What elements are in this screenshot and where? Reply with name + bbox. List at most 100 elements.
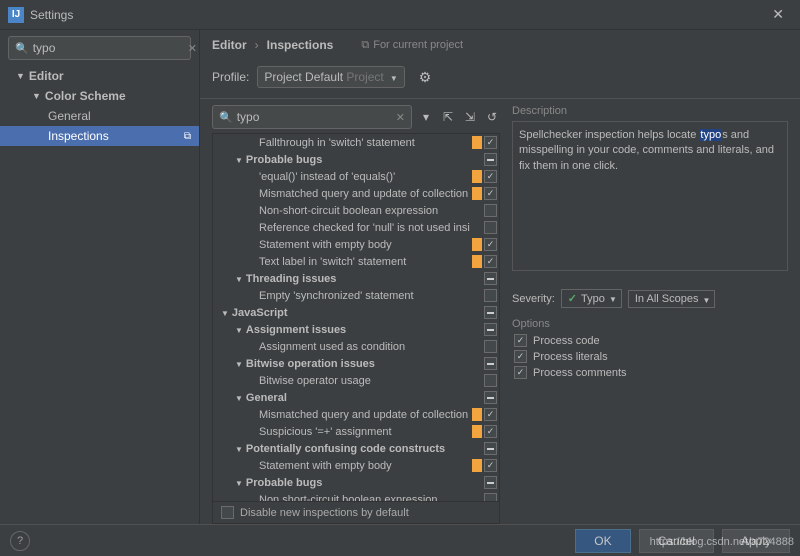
checkbox[interactable] <box>514 366 527 379</box>
severity-indicator <box>472 170 482 183</box>
checkbox[interactable] <box>484 187 497 200</box>
chevron-down-icon: ▼ <box>221 309 229 318</box>
checkbox[interactable] <box>484 493 497 502</box>
checkbox[interactable] <box>221 506 234 519</box>
checkbox[interactable] <box>484 255 497 268</box>
chevron-down-icon: ▼ <box>235 156 243 165</box>
checkbox[interactable] <box>484 153 497 166</box>
checkbox[interactable] <box>484 289 497 302</box>
apply-button[interactable]: Apply <box>722 529 790 553</box>
close-icon[interactable]: ✕ <box>764 2 792 27</box>
chevron-down-icon: ▼ <box>235 326 243 335</box>
tree-row[interactable]: Fallthrough in 'switch' statement <box>213 134 499 151</box>
chevron-right-icon: › <box>255 38 259 52</box>
tree-row[interactable]: Reference checked for 'null' is not used… <box>213 219 499 236</box>
gear-icon[interactable]: ⚙ <box>419 69 432 86</box>
tree-row[interactable]: ▼General <box>213 389 499 406</box>
checkbox[interactable] <box>484 408 497 421</box>
severity-indicator <box>472 238 482 251</box>
checkbox[interactable] <box>484 170 497 183</box>
checkbox[interactable] <box>484 357 497 370</box>
severity-indicator <box>472 476 482 489</box>
options-header: Options <box>512 318 788 330</box>
inspections-tree[interactable]: Fallthrough in 'switch' statement▼Probab… <box>212 133 500 502</box>
tree-row[interactable]: Bitwise operator usage <box>213 372 499 389</box>
option-row[interactable]: Process literals <box>512 350 788 363</box>
checkbox[interactable] <box>484 374 497 387</box>
checkbox[interactable] <box>484 391 497 404</box>
checkbox[interactable] <box>484 221 497 234</box>
scope-selector[interactable]: In All Scopes ▼ <box>628 290 716 308</box>
tree-row[interactable]: Non short-circuit boolean expression <box>213 491 499 502</box>
checkbox[interactable] <box>484 476 497 489</box>
tree-row[interactable]: ▼Threading issues <box>213 270 499 287</box>
severity-indicator <box>472 340 482 353</box>
sidebar-search[interactable]: 🔍 ✕ <box>8 36 191 60</box>
severity-indicator <box>472 153 482 166</box>
cancel-button[interactable]: Cancel <box>639 529 714 553</box>
tree-row[interactable]: 'equal()' instead of 'equals()' <box>213 168 499 185</box>
option-row[interactable]: Process comments <box>512 366 788 379</box>
tree-row[interactable]: Empty 'synchronized' statement <box>213 287 499 304</box>
tree-row[interactable]: Non-short-circuit boolean expression <box>213 202 499 219</box>
expand-all-icon[interactable]: ⇱ <box>440 109 456 125</box>
breadcrumb-leaf: Inspections <box>267 38 334 52</box>
tree-row[interactable]: ▼Potentially confusing code constructs <box>213 440 499 457</box>
tree-row[interactable]: Mismatched query and update of collectio… <box>213 406 499 423</box>
tree-row[interactable]: ▼Probable bugs <box>213 474 499 491</box>
sidebar-item-inspections[interactable]: Inspections⧉ <box>0 126 199 146</box>
help-button[interactable]: ? <box>10 531 30 551</box>
clear-search-icon[interactable]: ✕ <box>188 42 197 55</box>
chevron-down-icon: ▼ <box>609 295 617 304</box>
profile-row: Profile: Project Default Project ▼ ⚙ <box>200 60 800 98</box>
severity-indicator <box>472 493 482 502</box>
ok-button[interactable]: OK <box>575 529 630 553</box>
tree-row[interactable]: ▼JavaScript <box>213 304 499 321</box>
profile-selector[interactable]: Project Default Project ▼ <box>257 66 404 88</box>
checkbox[interactable] <box>484 459 497 472</box>
severity-indicator <box>472 204 482 217</box>
tree-row[interactable]: ▼Assignment issues <box>213 321 499 338</box>
checkbox[interactable] <box>484 272 497 285</box>
severity-indicator <box>472 374 482 387</box>
chevron-down-icon: ▼ <box>235 445 243 454</box>
search-icon: 🔍 <box>15 42 29 55</box>
checkbox[interactable] <box>514 350 527 363</box>
severity-label: Severity: <box>512 293 555 305</box>
inspections-search-input[interactable] <box>237 110 396 124</box>
sidebar-item-color-scheme[interactable]: ▼Color Scheme <box>0 86 199 106</box>
tree-row[interactable]: ▼Probable bugs <box>213 151 499 168</box>
project-badge-icon: ⧉ <box>184 131 191 142</box>
checkbox[interactable] <box>484 306 497 319</box>
checkbox[interactable] <box>484 136 497 149</box>
disable-new-inspections[interactable]: Disable new inspections by default <box>212 502 500 524</box>
checkbox[interactable] <box>484 425 497 438</box>
collapse-all-icon[interactable]: ⇲ <box>462 109 478 125</box>
chevron-down-icon: ▼ <box>235 479 243 488</box>
inspections-search[interactable]: 🔍 ✕ <box>212 105 412 129</box>
reset-icon[interactable]: ↺ <box>484 109 500 125</box>
severity-indicator <box>472 221 482 234</box>
tree-row[interactable]: Statement with empty body <box>213 236 499 253</box>
checkbox[interactable] <box>484 238 497 251</box>
tree-row[interactable]: Assignment used as condition <box>213 338 499 355</box>
sidebar-search-input[interactable] <box>33 41 188 55</box>
profile-label: Profile: <box>212 70 249 84</box>
sidebar-item-general[interactable]: General <box>0 106 199 126</box>
tree-row[interactable]: Suspicious '=+' assignment <box>213 423 499 440</box>
clear-search-icon[interactable]: ✕ <box>396 111 405 124</box>
filter-icon[interactable]: ▾ <box>418 109 434 125</box>
option-row[interactable]: Process code <box>512 334 788 347</box>
checkbox[interactable] <box>514 334 527 347</box>
checkbox[interactable] <box>484 340 497 353</box>
checkbox[interactable] <box>484 323 497 336</box>
sidebar-item-editor[interactable]: ▼Editor <box>0 66 199 86</box>
tree-row[interactable]: Statement with empty body <box>213 457 499 474</box>
tree-row[interactable]: ▼Bitwise operation issues <box>213 355 499 372</box>
severity-selector[interactable]: ✓ Typo ▼ <box>561 289 622 308</box>
tree-row[interactable]: Text label in 'switch' statement <box>213 253 499 270</box>
tree-row[interactable]: Mismatched query and update of collectio… <box>213 185 499 202</box>
checkbox[interactable] <box>484 204 497 217</box>
checkbox[interactable] <box>484 442 497 455</box>
severity-row: Severity: ✓ Typo ▼ In All Scopes ▼ <box>512 289 788 308</box>
